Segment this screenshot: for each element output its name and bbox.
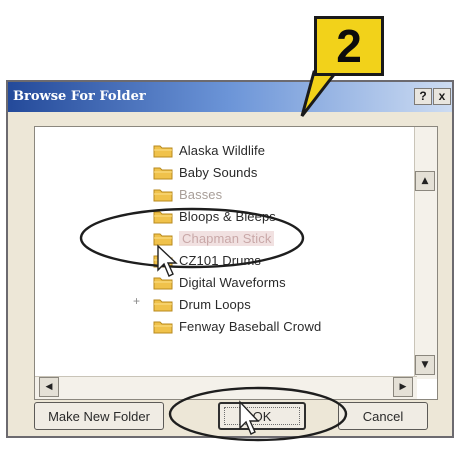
scroll-right-button[interactable]: ▶ — [393, 377, 413, 397]
folder-icon — [153, 211, 173, 223]
folder-item[interactable]: Bloops & Bleeps — [153, 205, 276, 227]
folder-icon — [153, 299, 173, 311]
browse-for-folder-dialog: Browse For Folder ? x Alaska Wildlife Bab… — [6, 80, 454, 438]
folder-item[interactable]: Chapman Stick — [153, 227, 275, 249]
horizontal-scrollbar[interactable]: ◀ ▶ — [35, 376, 417, 399]
folder-item[interactable]: Digital Waveforms — [153, 271, 286, 293]
scroll-left-button[interactable]: ◀ — [39, 377, 59, 397]
folder-label: Chapman Stick — [179, 230, 275, 246]
focus-outline — [224, 407, 300, 425]
step-number: 2 — [336, 20, 362, 72]
arrow-left-icon: ◀ — [45, 382, 53, 392]
arrow-right-icon: ▶ — [399, 382, 407, 392]
close-icon: x — [438, 89, 446, 103]
folder-icon — [153, 189, 173, 201]
folder-label: Digital Waveforms — [179, 274, 286, 290]
folder-label: Alaska Wildlife — [179, 142, 266, 158]
folder-label: CZ101 Drums — [179, 252, 262, 268]
cancel-button[interactable]: Cancel — [338, 402, 428, 430]
make-new-folder-button[interactable]: Make New Folder — [34, 402, 164, 430]
help-icon: ? — [419, 89, 427, 103]
folder-icon — [153, 233, 173, 245]
folder-label: Bloops & Bleeps — [179, 208, 276, 224]
folder-label: Basses — [179, 186, 223, 202]
folder-item[interactable]: Basses — [153, 183, 222, 205]
arrow-up-icon: ▲ — [421, 176, 429, 186]
folder-icon — [153, 321, 173, 333]
folder-item[interactable]: Alaska Wildlife — [153, 139, 265, 161]
ok-button[interactable]: OK — [218, 402, 306, 430]
folder-item[interactable]: Baby Sounds — [153, 161, 257, 183]
step-callout: 2 — [314, 16, 384, 76]
folder-item[interactable]: CZ101 Drums — [153, 249, 261, 271]
help-button[interactable]: ? — [414, 88, 432, 105]
folder-label: Baby Sounds — [179, 164, 258, 180]
folder-icon — [153, 167, 173, 179]
folder-item[interactable]: Drum Loops — [153, 293, 251, 315]
folder-label: Fenway Baseball Crowd — [179, 318, 322, 334]
expand-icon[interactable]: + — [133, 294, 140, 308]
folder-icon — [153, 277, 173, 289]
callout-pointer — [300, 70, 340, 117]
folder-icon — [153, 255, 173, 267]
arrow-down-icon: ▼ — [421, 360, 429, 370]
dialog-title: Browse For Folder — [13, 89, 146, 104]
vertical-scrollbar[interactable]: ▲ ▼ — [414, 127, 437, 379]
close-button[interactable]: x — [433, 88, 451, 105]
folder-label: Drum Loops — [179, 296, 251, 312]
folder-tree[interactable]: Alaska Wildlife Baby Sounds Basses Bloops &… — [34, 126, 438, 400]
folder-icon — [153, 145, 173, 157]
scroll-up-button[interactable]: ▲ — [415, 171, 435, 191]
scroll-down-button[interactable]: ▼ — [415, 355, 435, 375]
folder-item[interactable]: Fenway Baseball Crowd — [153, 315, 321, 337]
title-bar: Browse For Folder ? x — [8, 82, 452, 112]
